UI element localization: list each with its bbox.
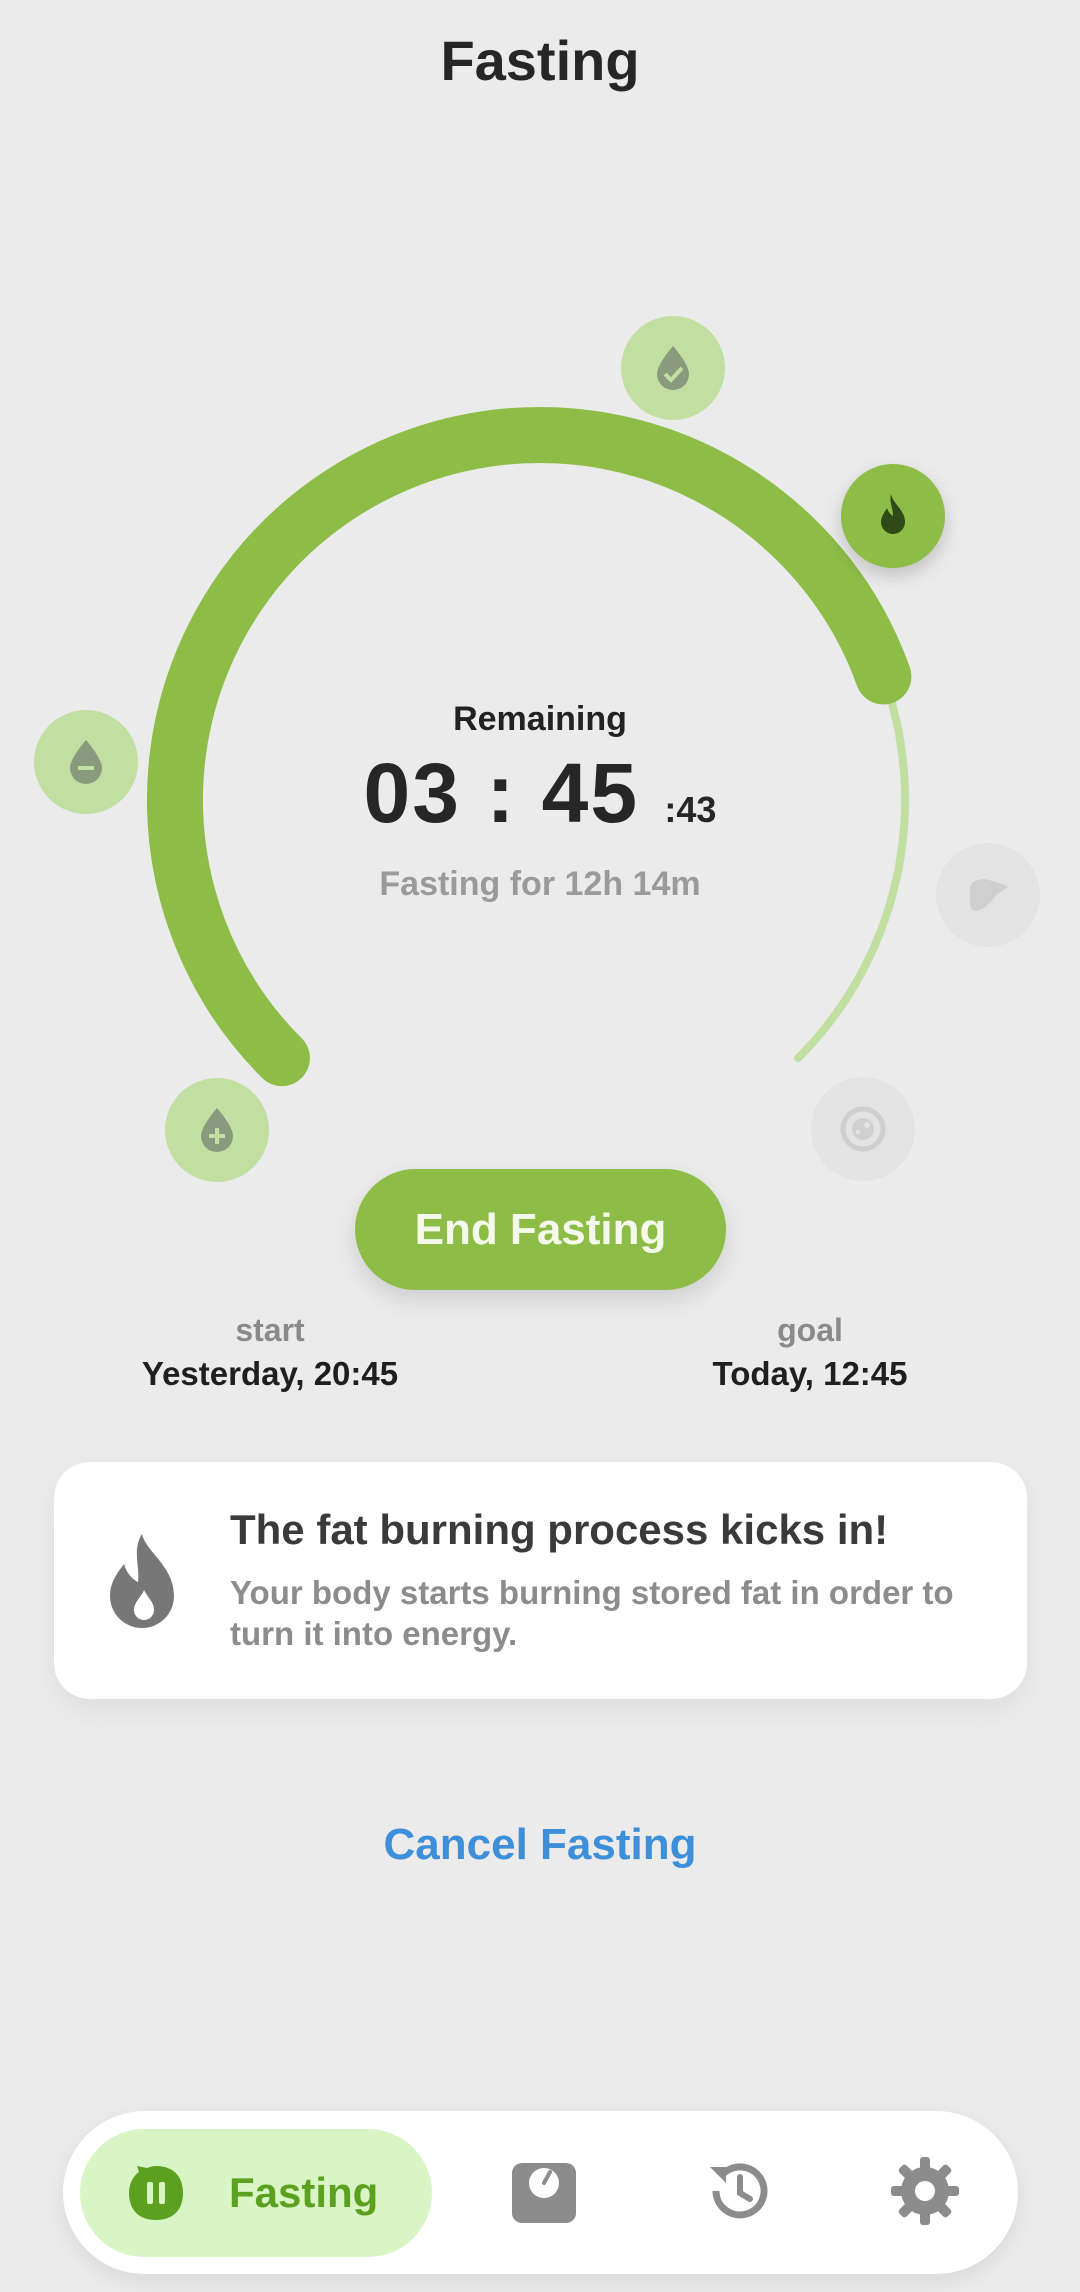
gear-icon [891,2157,959,2225]
stage-fat-burning[interactable] [841,464,945,568]
bottom-navigation: Fasting [63,2111,1018,2274]
goal-value: Today, 12:45 [712,1355,908,1392]
flame-icon [110,1534,174,1628]
card-title: The fat burning process kicks in! [230,1506,889,1553]
flame-icon [881,494,905,534]
drop-check-icon [657,346,689,390]
end-fasting-button[interactable]: End Fasting [355,1169,726,1290]
goal-time[interactable]: goal Today, 12:45 [630,1312,990,1393]
progress-ring [146,407,912,1087]
start-value: Yesterday, 20:45 [141,1355,399,1392]
elapsed-time: Fasting for 12h 14m [379,865,701,903]
tab-history[interactable] [698,2151,778,2231]
stage-autophagy[interactable] [811,1077,915,1181]
lime-pause-icon [129,2166,183,2220]
tab-settings[interactable] [885,2151,965,2231]
cell-icon [840,1106,886,1152]
stage-info-card[interactable]: The fat burning process kicks in! Your b… [54,1462,1027,1699]
stage-sugar-normal[interactable] [621,316,725,420]
drop-plus-icon [201,1108,233,1152]
start-label: start [235,1312,305,1348]
goal-label: goal [777,1312,843,1348]
countdown-timer: 03 : 45 :43 [0,745,1080,842]
tab-fasting[interactable]: Fasting [80,2129,432,2257]
tab-weight[interactable] [504,2151,584,2231]
stage-sugar-rises[interactable] [165,1078,269,1182]
tab-fasting-label: Fasting [229,2169,379,2216]
countdown-seconds: :43 [664,789,717,830]
countdown-hours-minutes: 03 : 45 [363,746,640,840]
card-body: Your body starts burning stored fat in o… [230,1574,954,1652]
remaining-label: Remaining [453,700,627,738]
scale-icon [512,2163,576,2223]
cancel-fasting-link[interactable]: Cancel Fasting [0,1820,1080,1870]
history-icon [710,2163,768,2219]
start-time[interactable]: start Yesterday, 20:45 [90,1312,450,1393]
